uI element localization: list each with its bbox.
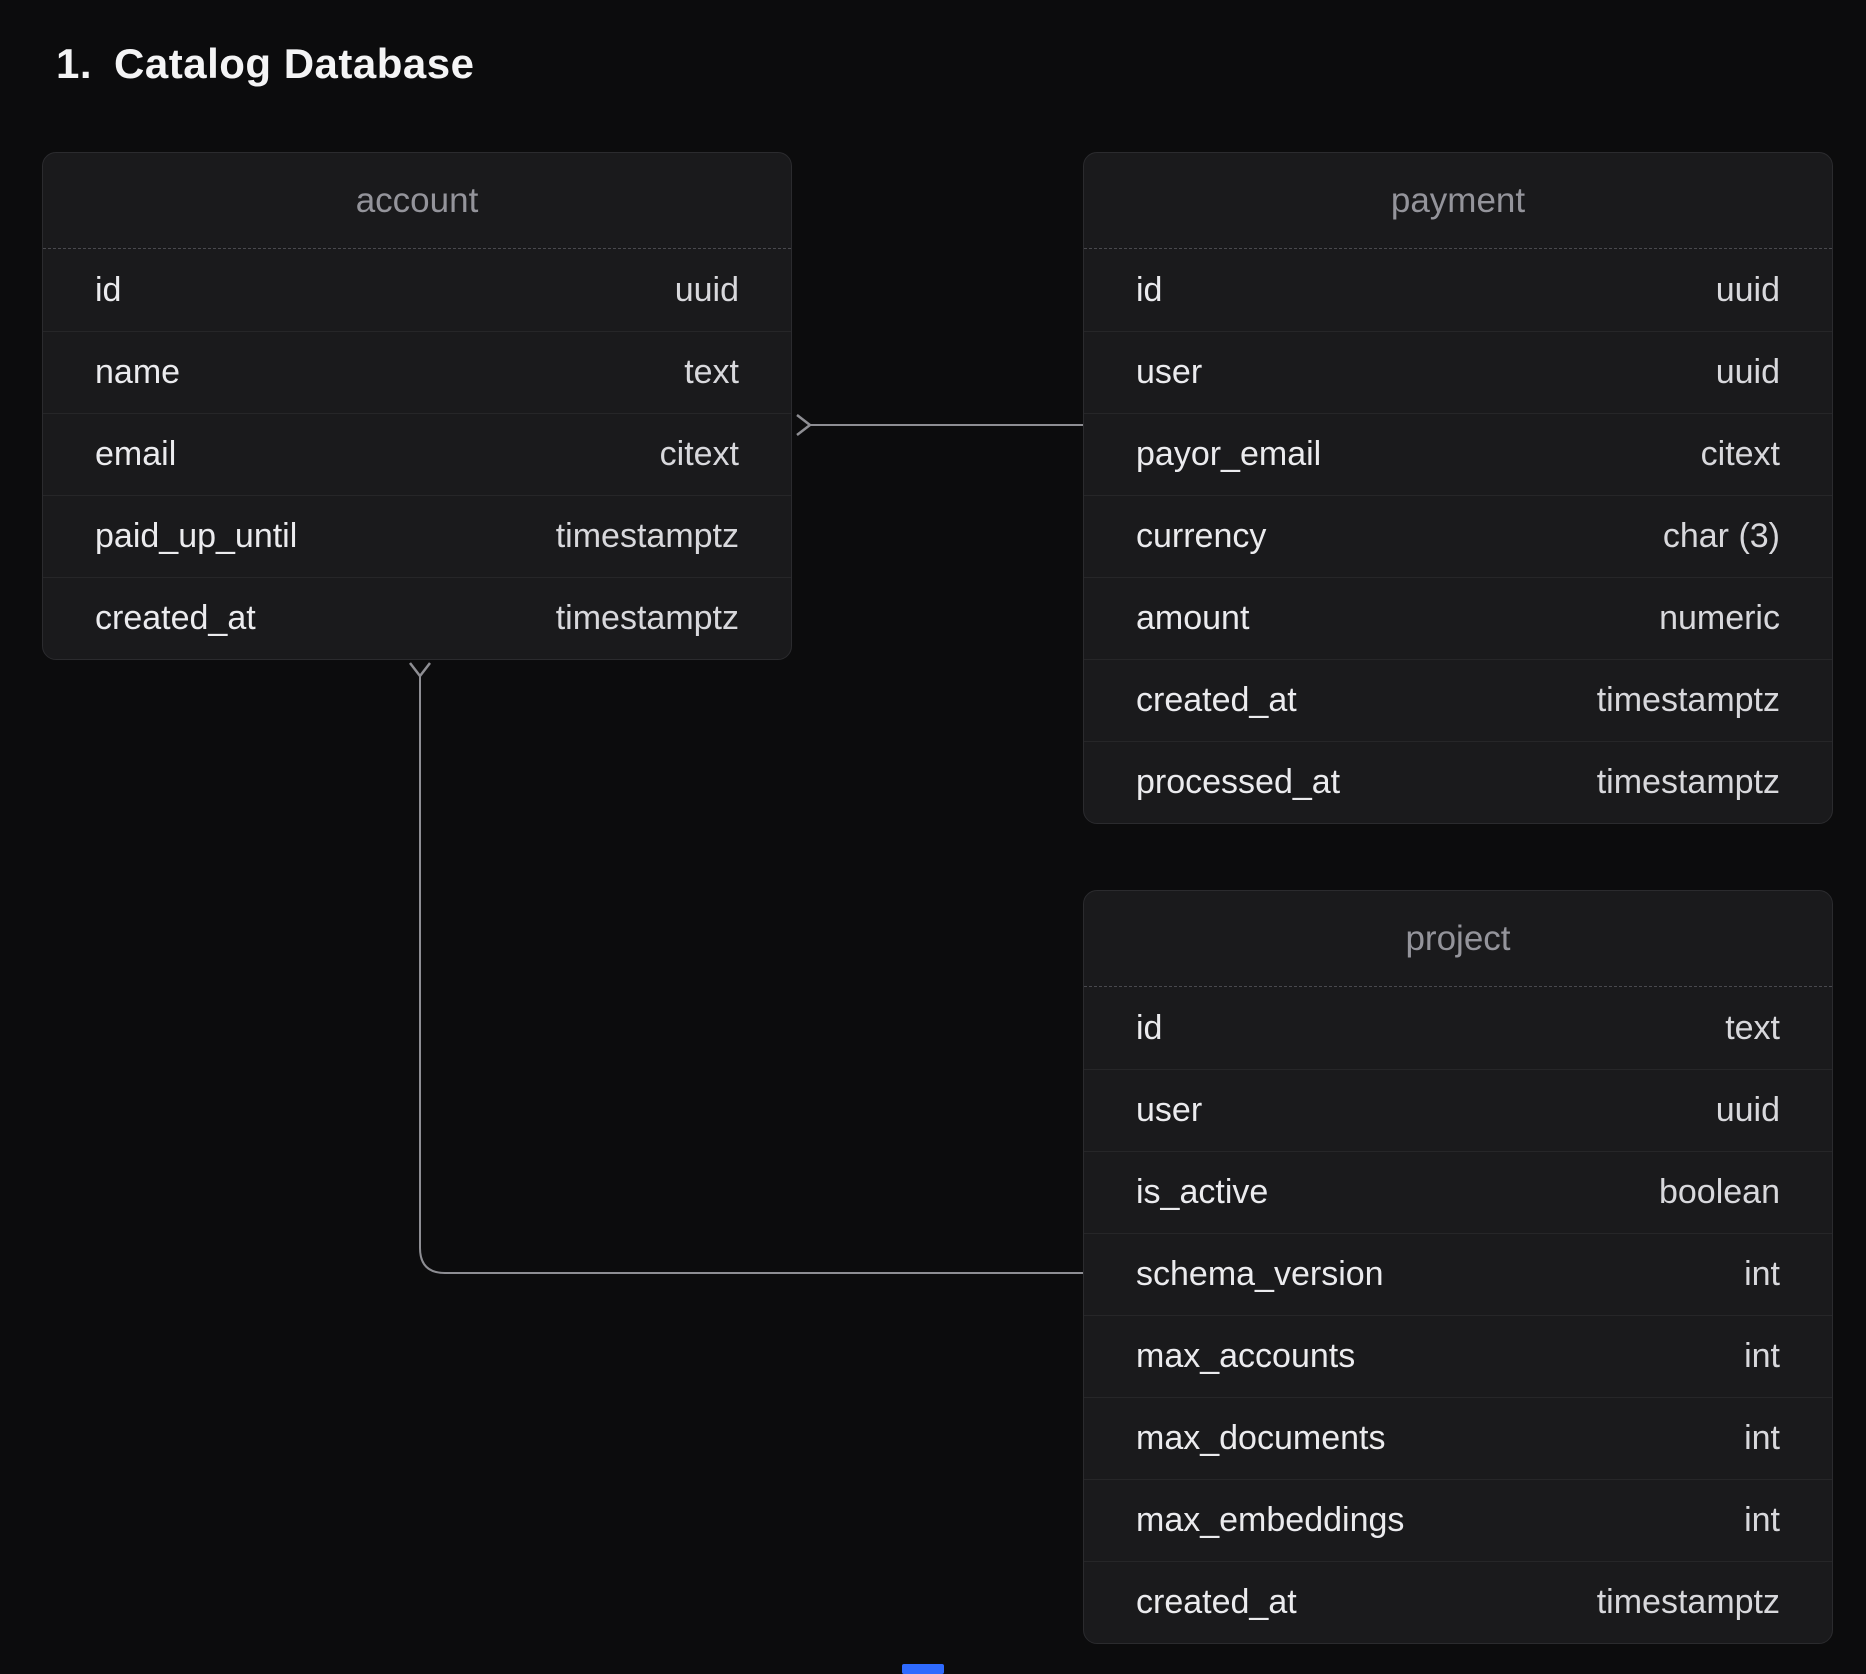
table-row: max_accounts int <box>1084 1315 1832 1397</box>
field-name: is_active <box>1136 1173 1268 1212</box>
field-type: timestamptz <box>556 599 739 638</box>
field-name: paid_up_until <box>95 517 297 556</box>
table-row: id uuid <box>43 249 791 331</box>
field-type: citext <box>1701 435 1780 474</box>
field-type: citext <box>660 435 739 474</box>
field-type: timestamptz <box>1597 763 1780 802</box>
table-row: user uuid <box>1084 331 1832 413</box>
field-type: int <box>1744 1501 1780 1540</box>
table-title: account <box>356 181 479 221</box>
table-row: paid_up_until timestamptz <box>43 495 791 577</box>
field-name: id <box>95 271 121 310</box>
table-row: max_documents int <box>1084 1397 1832 1479</box>
table-account[interactable]: account id uuid name text email citext p… <box>42 152 792 660</box>
field-name: id <box>1136 1009 1162 1048</box>
field-type: uuid <box>1716 353 1780 392</box>
page-title-number: 1. <box>56 40 92 88</box>
table-row: created_at timestamptz <box>1084 1561 1832 1643</box>
field-name: user <box>1136 353 1202 392</box>
field-type: text <box>684 353 739 392</box>
table-row: id text <box>1084 987 1832 1069</box>
field-type: boolean <box>1659 1173 1780 1212</box>
table-row: max_embeddings int <box>1084 1479 1832 1561</box>
diagram-canvas: 1. Catalog Database account id uuid name… <box>0 0 1866 1674</box>
table-payment-header: payment <box>1084 153 1832 249</box>
field-type: timestamptz <box>1597 681 1780 720</box>
field-name: max_documents <box>1136 1419 1385 1458</box>
table-project[interactable]: project id text user uuid is_active bool… <box>1083 890 1833 1644</box>
field-name: created_at <box>1136 1583 1297 1622</box>
table-row: user uuid <box>1084 1069 1832 1151</box>
field-name: max_accounts <box>1136 1337 1355 1376</box>
table-row: currency char (3) <box>1084 495 1832 577</box>
field-name: schema_version <box>1136 1255 1384 1294</box>
field-name: created_at <box>1136 681 1297 720</box>
field-name: user <box>1136 1091 1202 1130</box>
field-type: text <box>1725 1009 1780 1048</box>
table-row: processed_at timestamptz <box>1084 741 1832 823</box>
field-name: email <box>95 435 176 474</box>
table-row: is_active boolean <box>1084 1151 1832 1233</box>
table-account-header: account <box>43 153 791 249</box>
table-row: amount numeric <box>1084 577 1832 659</box>
table-payment[interactable]: payment id uuid user uuid payor_email ci… <box>1083 152 1833 824</box>
table-row: created_at timestamptz <box>1084 659 1832 741</box>
field-type: int <box>1744 1255 1780 1294</box>
table-project-header: project <box>1084 891 1832 987</box>
table-row: name text <box>43 331 791 413</box>
field-name: max_embeddings <box>1136 1501 1404 1540</box>
table-title: payment <box>1391 181 1525 221</box>
field-type: timestamptz <box>1597 1583 1780 1622</box>
field-name: name <box>95 353 180 392</box>
table-row: schema_version int <box>1084 1233 1832 1315</box>
table-row: email citext <box>43 413 791 495</box>
field-name: id <box>1136 271 1162 310</box>
field-type: int <box>1744 1419 1780 1458</box>
page-title: 1. Catalog Database <box>56 40 474 88</box>
field-type: uuid <box>1716 1091 1780 1130</box>
field-type: int <box>1744 1337 1780 1376</box>
table-row: id uuid <box>1084 249 1832 331</box>
field-type: numeric <box>1659 599 1780 638</box>
field-name: processed_at <box>1136 763 1340 802</box>
blue-indicator <box>902 1664 944 1674</box>
table-row: created_at timestamptz <box>43 577 791 659</box>
table-row: payor_email citext <box>1084 413 1832 495</box>
field-type: uuid <box>675 271 739 310</box>
field-type: uuid <box>1716 271 1780 310</box>
field-name: payor_email <box>1136 435 1321 474</box>
field-name: created_at <box>95 599 256 638</box>
field-name: currency <box>1136 517 1266 556</box>
table-title: project <box>1405 919 1510 959</box>
page-title-text: Catalog Database <box>114 40 474 88</box>
field-type: char (3) <box>1663 517 1780 556</box>
relation-project-to-account <box>420 676 1083 1273</box>
field-name: amount <box>1136 599 1249 638</box>
field-type: timestamptz <box>556 517 739 556</box>
